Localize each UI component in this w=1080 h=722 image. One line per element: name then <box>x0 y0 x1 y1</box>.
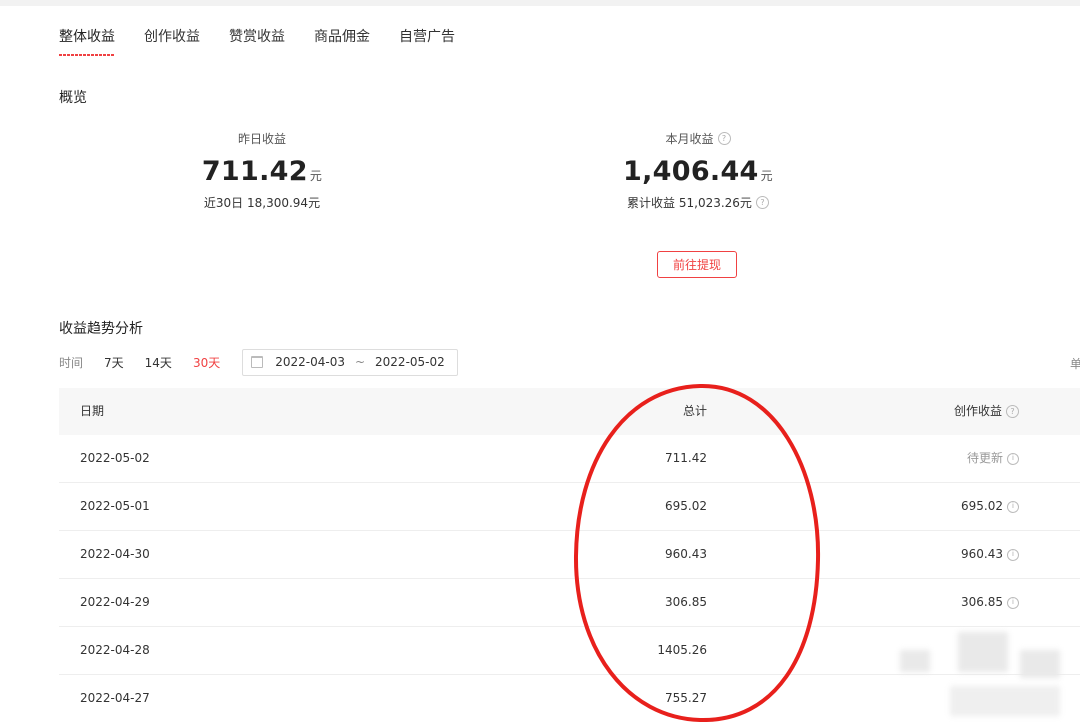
time-filter: 时间 7天 14天 30天 2022-04-03 ~ 2022-05-02 <box>59 348 459 376</box>
row-date: 2022-05-02 <box>80 451 150 465</box>
row-date: 2022-04-29 <box>80 595 150 609</box>
row-date: 2022-04-30 <box>80 547 150 561</box>
yesterday-income-card: 昨日收益 711.42 元 近30日 18,300.94元 <box>162 130 362 211</box>
trend-title: 收益趋势分析 <box>59 321 143 337</box>
row-total: 711.42 <box>665 451 707 465</box>
yesterday-income-value: 711.42 <box>201 156 308 187</box>
last30-income: 近30日 18,300.94元 <box>203 196 321 210</box>
range-14d[interactable]: 14天 <box>145 354 172 371</box>
date-end: 2022-05-02 <box>375 355 445 369</box>
blurred-watermark <box>1020 650 1060 678</box>
row-total: 1405.26 <box>657 643 707 657</box>
cumulative-income: 累计收益 51,023.26元 <box>627 196 752 210</box>
info-circle-icon[interactable]: i <box>1007 596 1019 609</box>
time-label: 时间 <box>59 355 84 370</box>
tab-creation-income[interactable]: 创作收益 <box>144 26 200 46</box>
row-total: 755.27 <box>665 691 707 705</box>
row-total: 306.85 <box>665 595 707 609</box>
date-separator: ~ <box>354 355 366 369</box>
month-income-label: 本月收益 <box>665 132 714 146</box>
overview-title: 概览 <box>59 90 87 106</box>
blurred-watermark <box>950 686 1060 716</box>
range-30d[interactable]: 30天 <box>193 354 220 371</box>
header-total: 总计 <box>682 404 707 418</box>
yesterday-income-unit: 元 <box>309 169 323 183</box>
row-date: 2022-04-28 <box>80 643 150 657</box>
month-income-card: 本月收益? 1,406.44 元 累计收益 51,023.26元? <box>573 130 823 211</box>
row-creation: 306.85 i <box>961 579 1019 626</box>
table-header: 日期 总计 创作收益? <box>59 388 1080 435</box>
date-start: 2022-04-03 <box>275 355 345 369</box>
calendar-icon <box>251 356 264 368</box>
tab-self-ads[interactable]: 自营广告 <box>399 26 455 46</box>
range-7d[interactable]: 7天 <box>104 354 124 371</box>
header-date: 日期 <box>80 404 105 418</box>
tab-tips-income[interactable]: 赞赏收益 <box>229 26 285 46</box>
month-income-value: 1,406.44 <box>623 156 759 187</box>
blurred-watermark <box>900 650 930 672</box>
top-bar <box>0 0 1080 6</box>
question-circle-icon[interactable]: ? <box>717 132 731 145</box>
question-circle-icon[interactable]: ? <box>1006 405 1019 418</box>
row-creation: 695.02 i <box>961 483 1019 530</box>
row-total: 960.43 <box>665 547 707 561</box>
table-row: 2022-04-30 960.43 960.43 i <box>59 531 1080 579</box>
row-date: 2022-04-27 <box>80 691 150 705</box>
info-circle-icon[interactable]: i <box>1007 500 1019 513</box>
table-row: 2022-04-29 306.85 306.85 i <box>59 579 1080 627</box>
info-circle-icon[interactable]: i <box>1007 548 1019 561</box>
yesterday-income-label: 昨日收益 <box>237 132 286 146</box>
row-total: 695.02 <box>665 499 707 513</box>
header-creation: 创作收益? <box>954 388 1019 435</box>
date-range-picker[interactable]: 2022-04-03 ~ 2022-05-02 <box>242 348 459 376</box>
info-circle-icon[interactable]: i <box>1007 452 1019 465</box>
question-circle-icon[interactable]: ? <box>755 196 769 209</box>
withdraw-button[interactable]: 前往提现 <box>657 251 737 278</box>
unit-toggle-partial[interactable]: 单 <box>1070 355 1080 372</box>
blurred-watermark <box>958 632 1008 672</box>
tab-overall-income[interactable]: 整体收益 <box>59 26 115 56</box>
tab-commission[interactable]: 商品佣金 <box>314 26 370 46</box>
table-row: 2022-05-01 695.02 695.02 i <box>59 483 1080 531</box>
table-row: 2022-05-02 711.42 待更新 i <box>59 435 1080 483</box>
month-income-unit: 元 <box>760 169 773 183</box>
row-creation: 待更新 i <box>967 435 1019 482</box>
income-tabs: 整体收益 创作收益 赞赏收益 商品佣金 自营广告 <box>59 26 484 56</box>
row-creation: 960.43 i <box>961 531 1019 578</box>
row-date: 2022-05-01 <box>80 499 150 513</box>
table-row: 2022-04-27 755.27 <box>59 675 1080 722</box>
